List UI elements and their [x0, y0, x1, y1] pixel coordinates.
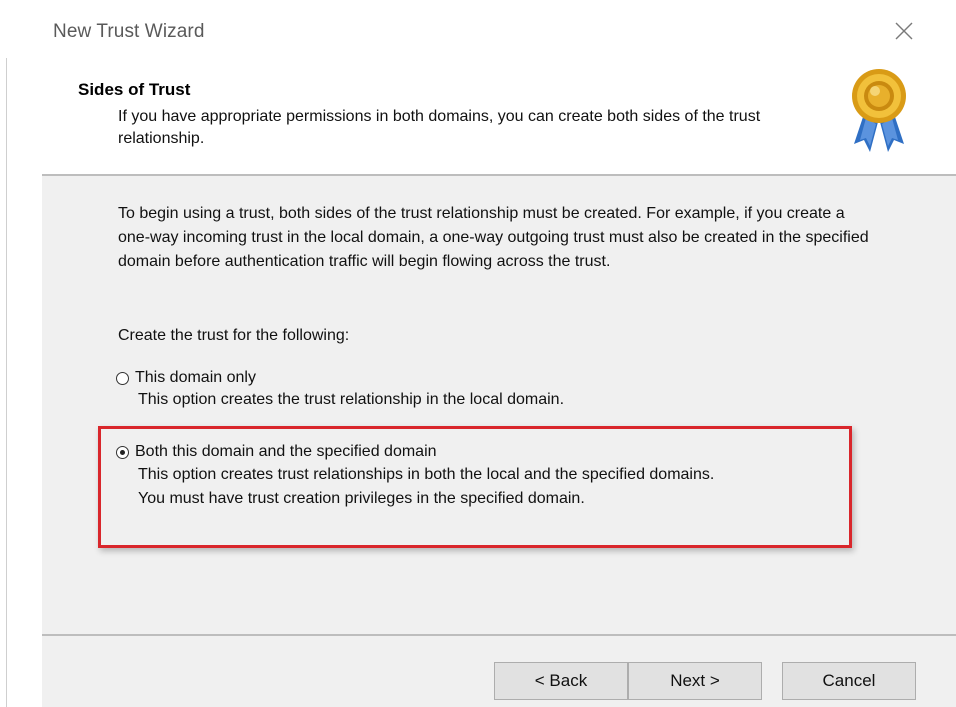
wizard-body: To begin using a trust, both sides of th… [42, 176, 956, 634]
close-button[interactable] [884, 14, 924, 48]
intro-text: To begin using a trust, both sides of th… [118, 205, 869, 270]
title-bar: New Trust Wizard [6, 0, 950, 58]
back-button[interactable]: < Back [494, 662, 628, 700]
highlight-annotation-box [98, 426, 852, 548]
option-label[interactable]: This domain only [135, 369, 256, 387]
award-ribbon-icon [852, 69, 906, 152]
option-this-domain-only[interactable]: This domain only [116, 369, 256, 387]
next-button[interactable]: Next > [628, 662, 762, 700]
new-trust-wizard-window: New Trust Wizard Sides of Trust If you h… [0, 0, 956, 707]
wizard-header: Sides of Trust If you have appropriate p… [42, 58, 956, 174]
option-description: This option creates the trust relationsh… [138, 391, 565, 408]
radio-this-domain-only[interactable] [116, 371, 129, 385]
page-description: If you have appropriate permissions in b… [118, 108, 761, 147]
window-title: New Trust Wizard [53, 21, 205, 42]
window-frame-left [6, 0, 7, 707]
options-prompt: Create the trust for the following: [118, 327, 350, 344]
page-title: Sides of Trust [78, 80, 191, 99]
cancel-button[interactable]: Cancel [782, 662, 916, 700]
wizard-footer: < Back Next > Cancel [42, 636, 956, 707]
close-icon [895, 22, 913, 40]
